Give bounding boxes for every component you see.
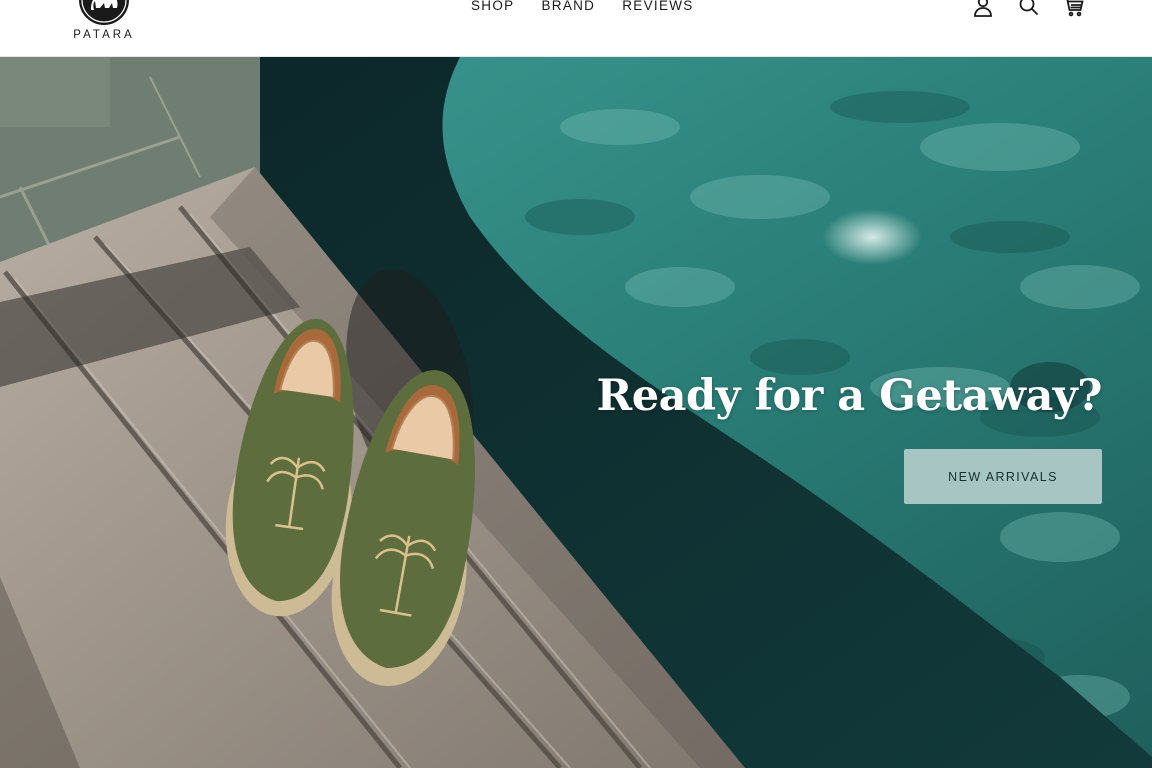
new-arrivals-button[interactable]: NEW ARRIVALS xyxy=(904,449,1102,504)
brand-logo[interactable]: PATARA xyxy=(64,0,144,46)
nav-item-reviews[interactable]: REVIEWS xyxy=(622,0,693,13)
elephant-medallion-icon xyxy=(79,0,129,25)
header-icons xyxy=(972,0,1086,19)
main-nav: SHOP BRAND REVIEWS xyxy=(471,0,694,13)
hero-heading: Ready for a Getaway? xyxy=(596,371,1103,421)
search-icon[interactable] xyxy=(1017,0,1041,19)
account-icon[interactable] xyxy=(972,0,996,19)
brand-name: PATARA xyxy=(73,29,135,41)
site-header: PATARA SHOP BRAND REVIEWS xyxy=(0,0,1152,57)
nav-item-brand[interactable]: BRAND xyxy=(541,0,595,13)
hero-banner: Ready for a Getaway? NEW ARRIVALS xyxy=(0,57,1152,768)
cart-icon[interactable] xyxy=(1062,0,1086,19)
nav-item-shop[interactable]: SHOP xyxy=(471,0,514,13)
